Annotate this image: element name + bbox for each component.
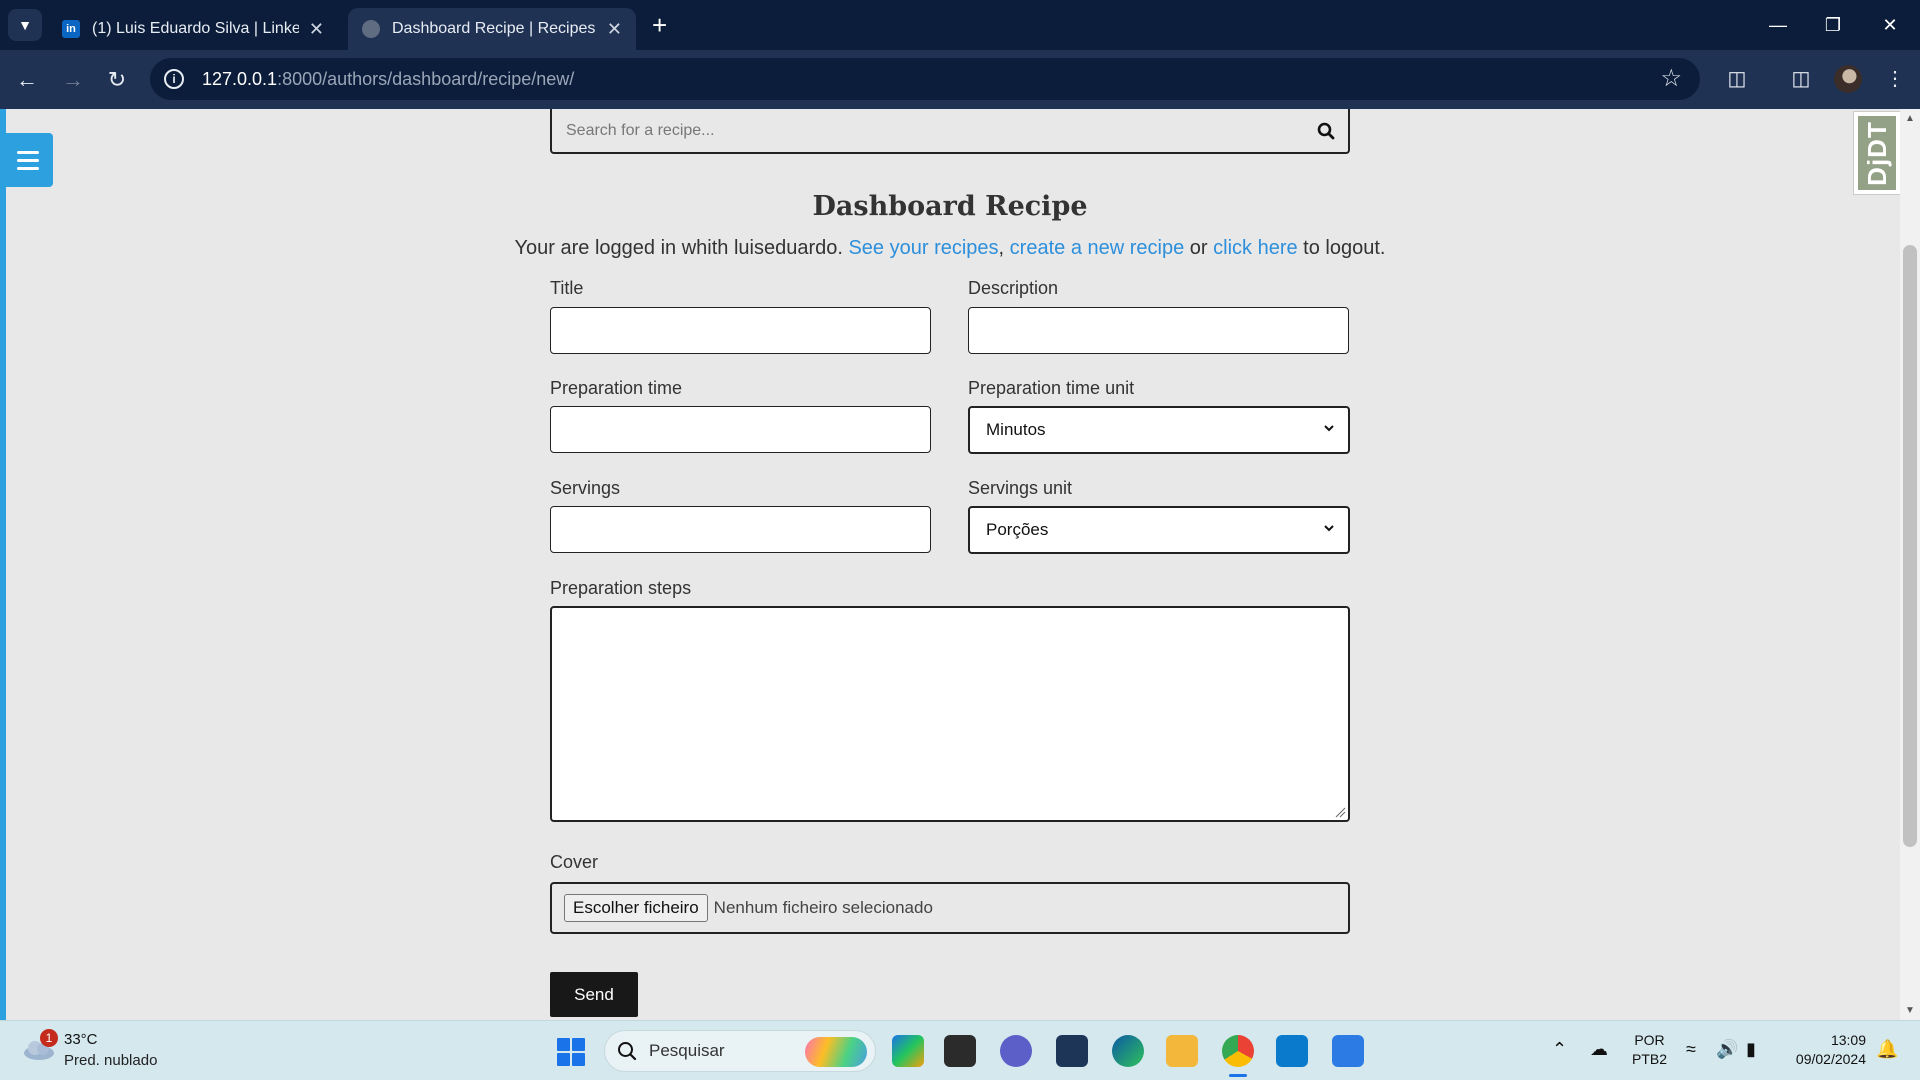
chevron-down-icon: ▼	[18, 17, 32, 33]
description-label: Description	[968, 278, 1059, 298]
window-close-icon[interactable]: ✕	[1870, 10, 1910, 40]
resize-grip-icon[interactable]	[1334, 806, 1346, 818]
show-hidden-icons-icon[interactable]: ⌃	[1552, 1039, 1567, 1060]
preparation-steps-textarea[interactable]	[550, 606, 1350, 822]
keyboard-language[interactable]: POR PTB2	[1632, 1031, 1667, 1069]
choose-file-button[interactable]: Escolher ficheiro	[564, 894, 708, 922]
cover-label: Cover	[550, 852, 599, 872]
side-panel-icon[interactable]: ◫	[1786, 64, 1816, 94]
new-tab-button[interactable]: +	[652, 10, 667, 40]
chrome-icon[interactable]	[1222, 1035, 1254, 1067]
site-info-icon[interactable]: i	[164, 69, 184, 89]
linkedin-icon: in	[62, 20, 80, 38]
close-tab-icon[interactable]: ✕	[607, 19, 622, 40]
taskbar-search[interactable]: Pesquisar	[604, 1030, 876, 1072]
copilot-icon[interactable]	[892, 1035, 924, 1067]
logout-link[interactable]: click here	[1213, 237, 1297, 259]
see-recipes-link[interactable]: See your recipes	[848, 237, 998, 259]
search-icon[interactable]	[1304, 109, 1348, 152]
volume-icon[interactable]: 🔊	[1716, 1039, 1738, 1060]
file-status-text: Nenhum ficheiro selecionado	[713, 898, 933, 917]
address-bar[interactable]: i 127.0.0.1:8000/authors/dashboard/recip…	[150, 58, 1700, 100]
prep-time-unit-label: Preparation time unit	[968, 378, 1135, 398]
select-value: Minutos	[986, 420, 1046, 439]
sidebar-edge	[0, 109, 6, 1020]
back-icon[interactable]: ←	[12, 65, 42, 95]
select-value: Porções	[986, 520, 1049, 539]
send-button[interactable]: Send	[550, 972, 638, 1017]
chevron-down-icon	[1324, 525, 1334, 532]
prep-time-unit-select[interactable]: Minutos	[968, 406, 1350, 454]
forward-icon[interactable]: →	[58, 65, 88, 95]
recipe-search-form	[550, 109, 1350, 154]
page-title: Dashboard Recipe	[812, 191, 1088, 222]
scrollbar-thumb[interactable]	[1903, 245, 1917, 847]
cover-file-input: Escolher ficheiro Nenhum ficheiro seleci…	[550, 882, 1350, 934]
browser-tab-bar: ▼ in (1) Luis Eduardo Silva | LinkedIn ✕…	[0, 0, 1920, 50]
browser-toolbar: ← → ↻ i 127.0.0.1:8000/authors/dashboard…	[0, 50, 1920, 109]
django-debug-toolbar-handle[interactable]: DjDT	[1853, 111, 1901, 195]
bookmark-star-icon[interactable]: ☆	[1660, 64, 1682, 93]
tab-title: (1) Luis Eduardo Silva | LinkedIn	[92, 20, 299, 37]
minimize-icon[interactable]: —	[1758, 10, 1798, 40]
notification-bell-icon[interactable]: 🔔	[1876, 1039, 1898, 1060]
chevron-down-icon	[1324, 425, 1334, 432]
page-scrollbar[interactable]: ▲ ▼	[1900, 109, 1920, 1020]
search-icon	[618, 1042, 637, 1061]
battery-icon[interactable]: ▮	[1746, 1039, 1756, 1060]
reload-icon[interactable]: ↻	[102, 65, 132, 95]
system-clock[interactable]: 13:09 09/02/2024	[1786, 1031, 1866, 1069]
windows-start-icon[interactable]	[557, 1038, 585, 1066]
restore-icon[interactable]: ❐	[1813, 10, 1853, 40]
login-status-text: Your are logged in whith luiseduardo. Se…	[514, 237, 1386, 259]
servings-unit-label: Servings unit	[968, 478, 1073, 498]
servings-unit-select[interactable]: Porções	[968, 506, 1350, 554]
snipping-tool-icon[interactable]	[1056, 1035, 1088, 1067]
search-highlight-icon	[805, 1037, 867, 1067]
prep-time-field[interactable]	[550, 406, 931, 453]
temperature-text: 33°C	[64, 1031, 98, 1048]
forecast-text: Pred. nublado	[64, 1052, 158, 1069]
servings-field[interactable]	[550, 506, 931, 553]
onedrive-icon[interactable]: ☁	[1590, 1039, 1608, 1060]
page-viewport: Dashboard Recipe Your are logged in whit…	[0, 109, 1920, 1020]
file-explorer-icon[interactable]	[1166, 1035, 1198, 1067]
profile-avatar[interactable]	[1834, 65, 1862, 93]
title-field[interactable]	[550, 307, 931, 354]
url-text: 127.0.0.1:8000/authors/dashboard/recipe/…	[202, 68, 575, 89]
wifi-icon[interactable]: ≈	[1686, 1039, 1696, 1060]
preparation-steps-label: Preparation steps	[550, 578, 692, 598]
notepad-icon[interactable]	[1332, 1035, 1364, 1067]
hamburger-menu-icon[interactable]	[3, 133, 53, 187]
browser-tab-dashboard[interactable]: Dashboard Recipe | Recipes ✕	[348, 8, 636, 50]
djdt-logo: DjDT	[1861, 120, 1892, 186]
globe-icon	[362, 20, 380, 38]
edge-icon[interactable]	[1112, 1035, 1144, 1067]
prep-time-label: Preparation time	[550, 378, 683, 398]
terminal-icon[interactable]	[944, 1035, 976, 1067]
create-recipe-link[interactable]: create a new recipe	[1010, 237, 1185, 259]
taskbar-search-label: Pesquisar	[649, 1041, 725, 1060]
scroll-up-icon[interactable]: ▲	[1905, 113, 1915, 124]
more-menu-icon[interactable]: ⋮	[1880, 64, 1910, 94]
servings-label: Servings	[550, 478, 621, 498]
search-input[interactable]	[552, 109, 1304, 152]
tab-title: Dashboard Recipe | Recipes	[392, 20, 596, 37]
teams-icon[interactable]	[1000, 1035, 1032, 1067]
description-field[interactable]	[968, 307, 1349, 354]
close-tab-icon[interactable]: ✕	[309, 19, 324, 40]
active-app-indicator	[1229, 1074, 1247, 1077]
tab-search-button[interactable]: ▼	[8, 9, 42, 41]
title-label: Title	[550, 278, 584, 298]
extensions-icon[interactable]: ◫	[1722, 64, 1752, 94]
browser-tab-linkedin[interactable]: in (1) Luis Eduardo Silva | LinkedIn ✕	[48, 8, 338, 50]
windows-taskbar: 1 33°C Pred. nublado Pesquisar ⌃ ☁ POR PT…	[0, 1020, 1920, 1080]
scroll-down-icon[interactable]: ▼	[1905, 1005, 1915, 1016]
weather-notification-badge: 1	[40, 1029, 58, 1047]
vscode-icon[interactable]	[1276, 1035, 1308, 1067]
